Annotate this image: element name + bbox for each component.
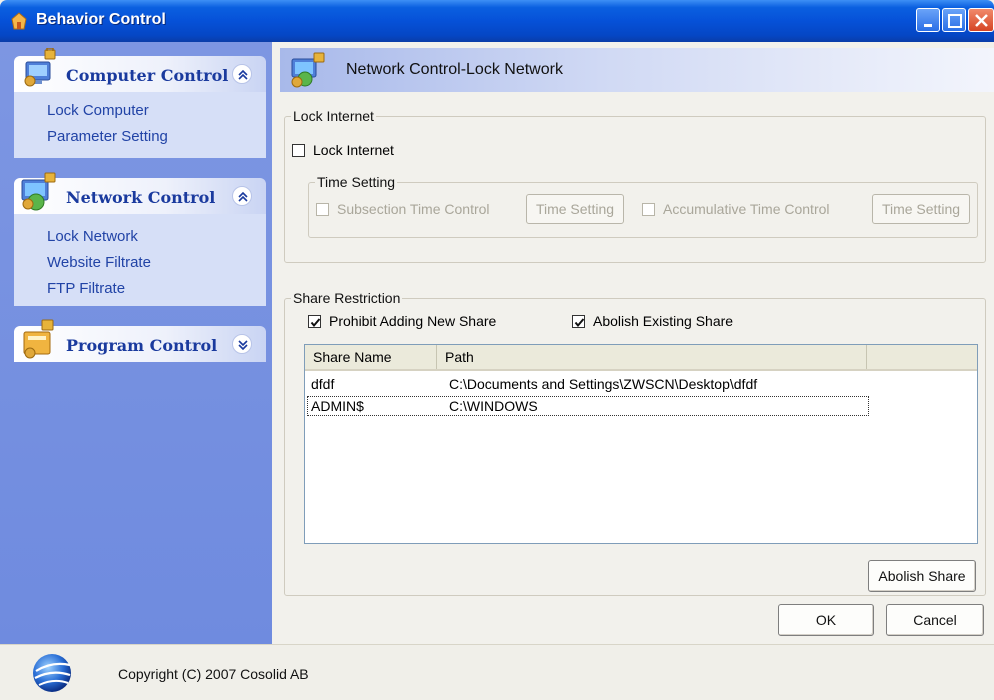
time-setting-group-label: Time Setting	[317, 174, 396, 190]
prohibit-adding-share-checkbox[interactable]: Prohibit Adding New Share	[308, 313, 496, 329]
minimize-icon	[924, 24, 932, 27]
subsection-time-control-label: Subsection Time Control	[337, 201, 490, 217]
checkbox-box[interactable]	[572, 314, 585, 328]
abolish-existing-share-checkbox[interactable]: Abolish Existing Share	[572, 313, 733, 329]
share-list[interactable]: Share Name Path dfdf C:\Documents and Se…	[304, 344, 978, 544]
checkmark-icon	[310, 317, 321, 327]
accumulative-time-setting-button[interactable]: Time Setting	[872, 194, 970, 224]
subsection-time-setting-button[interactable]: Time Setting	[526, 194, 624, 224]
sidebar-item-lock-network[interactable]: Lock Network	[14, 224, 266, 250]
share-name-cell: dfdf	[311, 376, 335, 392]
share-name-cell: ADMIN$	[311, 398, 364, 414]
path-cell: C:\Documents and Settings\ZWSCN\Desktop\…	[449, 376, 758, 392]
sidebar-item-ftp-filtrate[interactable]: FTP Filtrate	[14, 276, 266, 302]
cosolid-logo-icon	[33, 654, 71, 692]
window-title: Behavior Control	[36, 11, 166, 28]
cancel-button[interactable]: Cancel	[886, 604, 984, 636]
collapse-button[interactable]	[232, 64, 252, 84]
program-control-label: Program Control	[66, 336, 218, 355]
collapse-button[interactable]	[232, 186, 252, 206]
table-row[interactable]: dfdf C:\Documents and Settings\ZWSCN\Des…	[307, 374, 869, 394]
lock-internet-checkbox[interactable]: Lock Internet	[292, 142, 394, 158]
expand-button[interactable]	[232, 334, 252, 354]
abolish-existing-share-label: Abolish Existing Share	[593, 313, 734, 329]
checkbox-box[interactable]	[308, 314, 321, 328]
computer-control-items: Lock Computer Parameter Setting	[14, 92, 266, 158]
checkmark-icon	[574, 317, 585, 327]
column-share-name[interactable]: Share Name	[305, 345, 437, 369]
network-control-label: Network Control	[66, 188, 216, 207]
computer-control-group: Computer Control Lock Computer Parameter…	[14, 48, 266, 158]
checkbox-box[interactable]	[316, 202, 329, 216]
chevron-up-double-icon	[238, 69, 248, 80]
network-control-header[interactable]: Network Control	[14, 172, 266, 214]
checkbox-box[interactable]	[642, 202, 655, 216]
program-control-group: Program Control	[14, 319, 266, 362]
column-path[interactable]: Path	[437, 345, 867, 369]
network-control-items: Lock Network Website Filtrate FTP Filtra…	[14, 214, 266, 306]
program-control-header[interactable]: Program Control	[14, 319, 266, 362]
program-lock-icon	[23, 319, 54, 359]
share-list-header: Share Name Path	[305, 345, 977, 371]
maximize-icon	[948, 14, 962, 28]
network-lock-icon	[21, 172, 56, 211]
app-icon	[11, 12, 27, 30]
share-restriction-group-label: Share Restriction	[293, 290, 401, 306]
close-icon	[975, 14, 988, 27]
title-bar[interactable]: Behavior Control	[0, 0, 994, 42]
sidebar: Computer Control Lock Computer Parameter…	[0, 42, 272, 644]
behavior-control-window: Behavior Control Computer Control Lock C…	[0, 0, 994, 700]
close-button[interactable]	[968, 8, 994, 32]
computer-lock-icon	[24, 48, 56, 87]
chevron-up-double-icon	[238, 191, 248, 202]
network-control-group: Network Control Lock Network Website Fil…	[14, 172, 266, 306]
maximize-button[interactable]	[942, 8, 966, 32]
computer-control-label: Computer Control	[66, 66, 229, 85]
content-header: Network Control-Lock Network	[280, 48, 994, 92]
checkbox-box[interactable]	[292, 143, 305, 157]
sidebar-item-website-filtrate[interactable]: Website Filtrate	[14, 250, 266, 276]
sidebar-item-lock-computer[interactable]: Lock Computer	[14, 98, 266, 124]
page-title: Network Control-Lock Network	[346, 61, 563, 78]
accumulative-time-control-checkbox[interactable]: Accumulative Time Control	[642, 201, 830, 217]
minimize-button[interactable]	[916, 8, 940, 32]
chevron-down-double-icon	[238, 340, 248, 351]
ok-button[interactable]: OK	[778, 604, 874, 636]
lock-internet-checkbox-label: Lock Internet	[313, 142, 394, 158]
computer-control-header[interactable]: Computer Control	[14, 48, 266, 92]
lock-internet-group-label: Lock Internet	[293, 108, 374, 124]
footer: Copyright (C) 2007 Cosolid AB	[0, 644, 994, 700]
abolish-share-button[interactable]: Abolish Share	[868, 560, 976, 592]
sidebar-item-parameter-setting[interactable]: Parameter Setting	[14, 124, 266, 150]
accumulative-time-control-label: Accumulative Time Control	[663, 201, 830, 217]
network-lock-icon	[291, 52, 325, 88]
prohibit-adding-share-label: Prohibit Adding New Share	[329, 313, 497, 329]
path-cell: C:\WINDOWS	[449, 398, 538, 414]
table-row[interactable]: ADMIN$ C:\WINDOWS	[307, 396, 869, 416]
copyright-text: Copyright (C) 2007 Cosolid AB	[118, 666, 309, 682]
subsection-time-control-checkbox[interactable]: Subsection Time Control	[316, 201, 490, 217]
